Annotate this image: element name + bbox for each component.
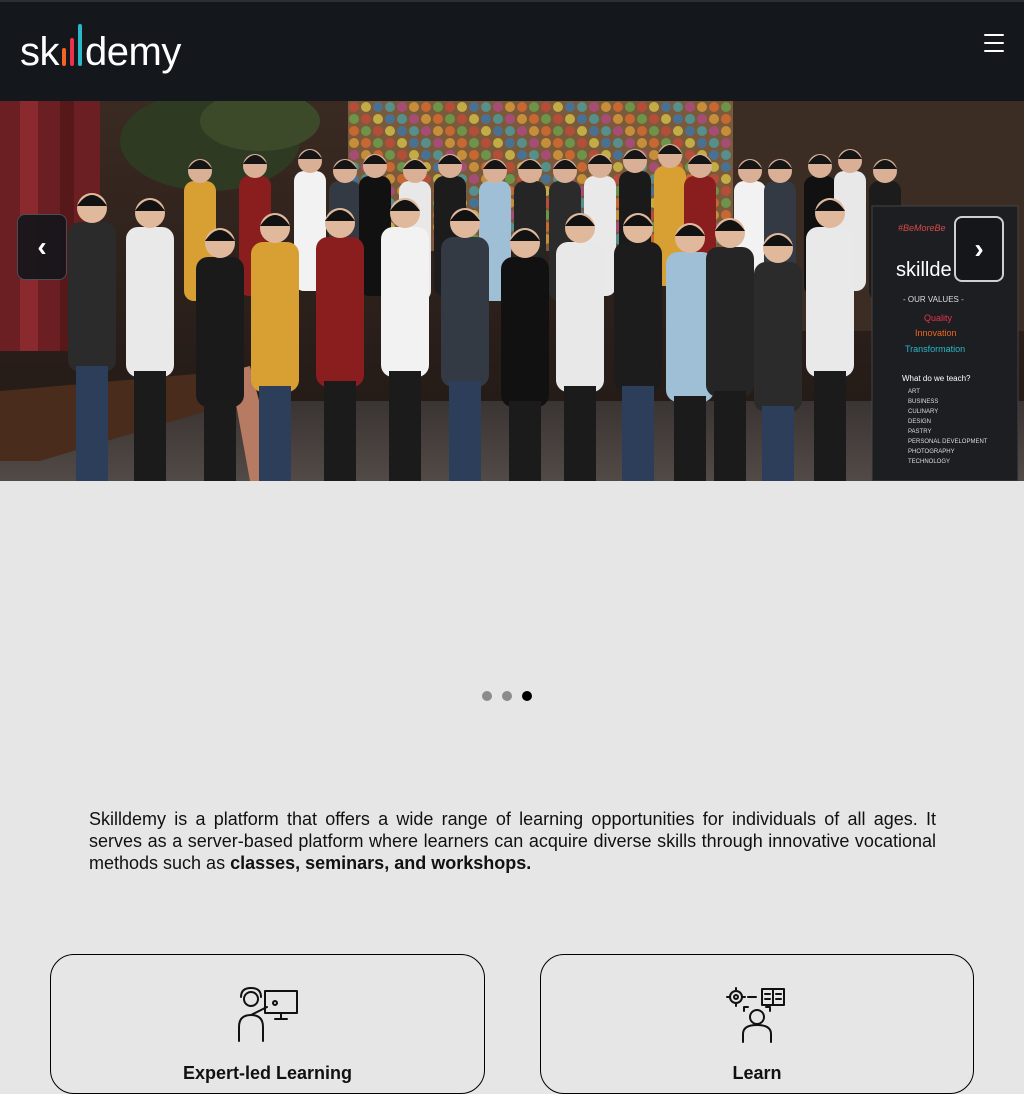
feature-card-learn[interactable]: Learn <box>540 954 974 1094</box>
intro-paragraph: Skilldemy is a platform that offers a wi… <box>89 808 936 874</box>
banner-subject: TECHNOLOGY <box>908 459 950 465</box>
banner-value-quality: Quality <box>924 313 953 323</box>
carousel-indicators <box>482 691 532 701</box>
banner-subject: ART <box>908 389 920 395</box>
banner-subject: PASTRY <box>908 429 931 435</box>
skilldemy-logo[interactable]: sk demy <box>20 16 181 72</box>
banner-value-transformation: Transformation <box>905 344 965 354</box>
feature-title-learn: Learn <box>732 1063 782 1083</box>
logo-bar-red <box>70 38 74 66</box>
logo-text-end: demy <box>85 30 181 74</box>
banner-brand: skillde <box>896 259 952 281</box>
feature-title-expert-learning: Expert-led Learning <box>182 1063 353 1083</box>
logo-bar-orange <box>62 48 66 66</box>
banner-value-innovation: Innovation <box>915 328 957 338</box>
banner-values-heading: - OUR VALUES - <box>903 295 964 304</box>
banner-subject: BUSINESS <box>908 399 938 405</box>
logo-text-start: sk <box>20 30 60 74</box>
banner-subject: CULINARY <box>908 409 938 415</box>
feature-card-expert-learning[interactable]: Expert-led Learning <box>50 954 485 1094</box>
carousel-next-button[interactable]: › <box>954 216 1004 282</box>
top-navbar: sk demy <box>0 0 1024 101</box>
banner-subject: DESIGN <box>908 419 931 425</box>
banner-hashtag: #BeMoreBe <box>898 223 946 233</box>
banner-subject: PERSONAL DEVELOPMENT <box>908 439 988 445</box>
hero-group-photo: #BeMoreBe skillde - OUR VALUES - Quality… <box>0 101 1024 481</box>
logo-bar-teal <box>78 24 82 66</box>
carousel-dot-3[interactable] <box>522 691 532 701</box>
hamburger-menu-icon[interactable] <box>984 34 1004 52</box>
learner-skills-icon <box>726 987 785 1043</box>
logo-bars-icon <box>62 24 82 66</box>
carousel-dot-1[interactable] <box>482 691 492 701</box>
carousel-prev-button[interactable]: ‹ <box>17 214 67 280</box>
banner-teach-heading: What do we teach? <box>902 374 971 383</box>
carousel-dot-2[interactable] <box>502 691 512 701</box>
banner-subject: PHOTOGRAPHY <box>908 449 955 455</box>
intro-bold-text: classes, seminars, and workshops. <box>230 853 532 873</box>
hero-carousel: #BeMoreBe skillde - OUR VALUES - Quality… <box>0 101 1024 481</box>
teacher-presentation-icon <box>237 987 298 1042</box>
